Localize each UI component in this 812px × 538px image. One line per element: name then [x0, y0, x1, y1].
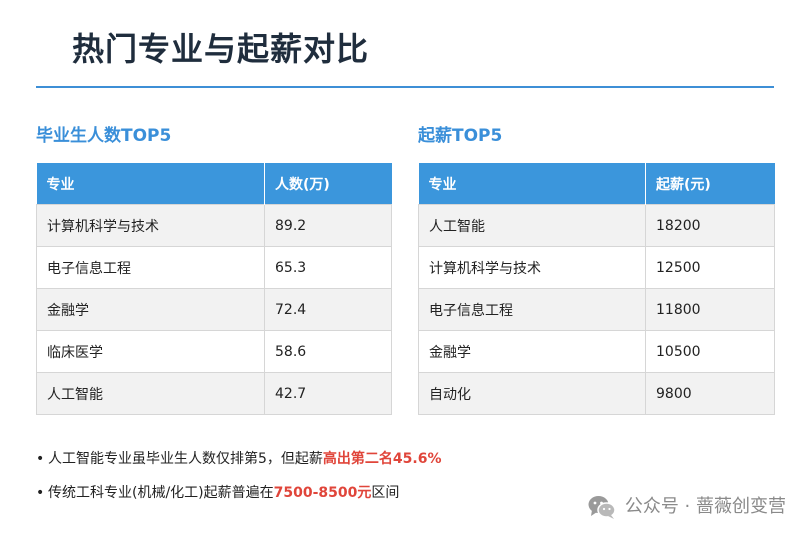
watermark-text: 公众号 · 蔷薇创变营: [624, 496, 786, 517]
table-row: 人工智能 18200: [418, 204, 775, 247]
salary-cell: 10500: [645, 330, 775, 373]
table-row: 自动化 9800: [418, 372, 775, 415]
table-header-row: 专业 起薪(元): [418, 163, 775, 205]
column-header-major: 专业: [418, 163, 646, 205]
table-row: 电子信息工程 11800: [418, 288, 775, 331]
salary-cell: 9800: [645, 372, 775, 415]
graduates-section-title: 毕业生人数TOP5: [36, 126, 172, 146]
table-row: 金融学 10500: [418, 330, 775, 373]
note-highlight: 7500-8500元: [273, 485, 372, 501]
table-row: 计算机科学与技术 89.2: [36, 204, 392, 247]
graduates-table: 专业 人数(万) 计算机科学与技术 89.2 电子信息工程 65.3 金融学 7…: [36, 163, 392, 415]
major-cell: 人工智能: [36, 372, 265, 415]
major-cell: 自动化: [418, 372, 646, 415]
table-header-row: 专业 人数(万): [36, 163, 392, 205]
note-highlight: 高出第二名45.6%: [322, 451, 442, 467]
column-header-count: 人数(万): [264, 163, 392, 205]
watermark: 公众号 · 蔷薇创变营: [587, 494, 786, 520]
table-row: 电子信息工程 65.3: [36, 246, 392, 289]
major-cell: 金融学: [36, 288, 265, 331]
note-suffix: 区间: [371, 485, 400, 501]
bullet-icon: •: [36, 451, 45, 467]
column-header-major: 专业: [36, 163, 265, 205]
salary-section-title: 起薪TOP5: [418, 126, 503, 146]
major-cell: 金融学: [418, 330, 646, 373]
salary-cell: 18200: [645, 204, 775, 247]
major-cell: 计算机科学与技术: [36, 204, 265, 247]
bullet-icon: •: [36, 485, 45, 501]
note-text: 人工智能专业虽毕业生人数仅排第5，但起薪: [48, 451, 323, 467]
count-cell: 65.3: [264, 246, 392, 289]
table-row: 临床医学 58.6: [36, 330, 392, 373]
notes-list: • 人工智能专业虽毕业生人数仅排第5，但起薪高出第二名45.6% • 传统工科专业(…: [36, 448, 441, 516]
count-cell: 89.2: [264, 204, 392, 247]
note-item: • 传统工科专业(机械/化工)起薪普遍在7500-8500元区间: [36, 482, 441, 504]
table-row: 金融学 72.4: [36, 288, 392, 331]
table-row: 人工智能 42.7: [36, 372, 392, 415]
major-cell: 临床医学: [36, 330, 265, 373]
major-cell: 人工智能: [418, 204, 646, 247]
count-cell: 72.4: [264, 288, 392, 331]
count-cell: 58.6: [264, 330, 392, 373]
table-row: 计算机科学与技术 12500: [418, 246, 775, 289]
major-cell: 电子信息工程: [418, 288, 646, 331]
note-item: • 人工智能专业虽毕业生人数仅排第5，但起薪高出第二名45.6%: [36, 448, 441, 470]
major-cell: 电子信息工程: [36, 246, 265, 289]
wechat-icon: [588, 496, 616, 519]
page-title: 热门专业与起薪对比: [72, 30, 370, 68]
count-cell: 42.7: [264, 372, 392, 415]
salary-cell: 12500: [645, 246, 775, 289]
salary-table: 专业 起薪(元) 人工智能 18200 计算机科学与技术 12500 电子信息工…: [418, 163, 775, 415]
major-cell: 计算机科学与技术: [418, 246, 646, 289]
salary-cell: 11800: [645, 288, 775, 331]
title-divider: [36, 86, 774, 88]
note-text: 传统工科专业(机械/化工)起薪普遍在: [48, 485, 274, 501]
column-header-salary: 起薪(元): [645, 163, 775, 205]
